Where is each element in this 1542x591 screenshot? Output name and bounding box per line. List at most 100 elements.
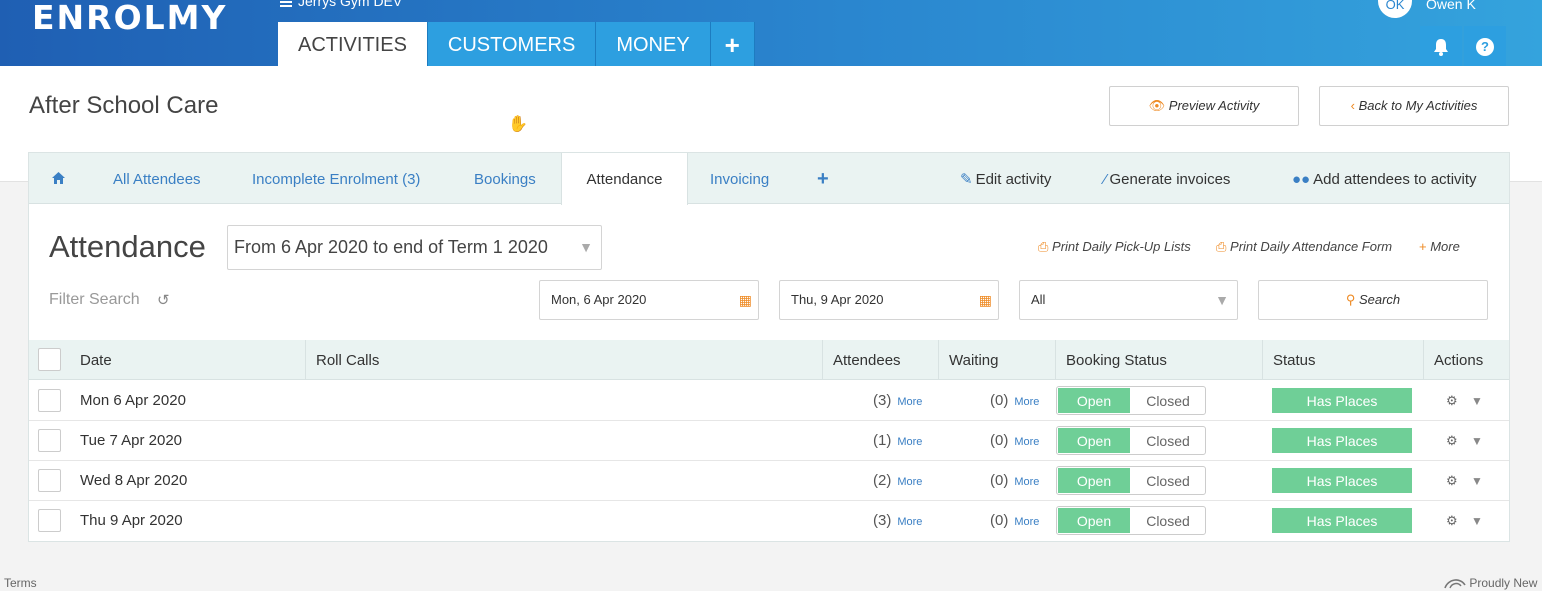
- tab-incomplete-enrolment[interactable]: Incomplete Enrolment (3): [252, 153, 420, 204]
- proudly-nz-badge: Proudly New: [1444, 576, 1537, 590]
- filter-search-label: Filter Search: [49, 291, 140, 308]
- org-switcher[interactable]: Jerrys Gym DEV: [280, 0, 402, 9]
- status-filter-value: All: [1031, 292, 1046, 307]
- chevron-down-icon[interactable]: ▼: [1471, 381, 1483, 421]
- add-attendees-button[interactable]: ●● Add attendees to activity: [1292, 153, 1477, 204]
- hand-cursor-icon: ✋: [508, 116, 528, 133]
- attendees-more-link[interactable]: More: [897, 516, 922, 528]
- booking-status-toggle[interactable]: Open Closed: [1056, 466, 1206, 495]
- printer-icon: ⎙: [1216, 239, 1227, 254]
- chevron-down-icon[interactable]: ▼: [1471, 421, 1483, 461]
- attendees-more-link[interactable]: More: [897, 396, 922, 408]
- add-tab-button[interactable]: +: [710, 22, 755, 66]
- column-waiting: Waiting: [938, 340, 998, 380]
- table-row: Mon 6 Apr 2020 (3) More (0) More Open Clos…: [29, 381, 1509, 421]
- booking-open-option[interactable]: Open: [1058, 388, 1130, 413]
- attendees-more-link[interactable]: More: [897, 476, 922, 488]
- waiting-more-link[interactable]: More: [1014, 476, 1039, 488]
- printer-icon: ⎙: [1038, 239, 1049, 254]
- print-attendance-form-link[interactable]: ⎙ Print Daily Attendance Form: [1216, 239, 1392, 255]
- booking-closed-option[interactable]: Closed: [1131, 468, 1205, 493]
- magic-wand-icon: ⁄: [1104, 171, 1107, 188]
- end-date-value: Thu, 9 Apr 2020: [791, 292, 884, 307]
- select-all-checkbox[interactable]: [38, 348, 61, 371]
- row-checkbox[interactable]: [38, 429, 61, 452]
- gear-icon[interactable]: ⚙: [1446, 461, 1458, 501]
- preview-activity-button[interactable]: 👁 Preview Activity: [1109, 86, 1299, 126]
- edit-activity-button[interactable]: ✎ Edit activity: [960, 153, 1051, 204]
- home-icon: [52, 172, 65, 184]
- status-filter-select[interactable]: All ▼: [1019, 280, 1238, 320]
- top-header: ENROLMY Jerrys Gym DEV ACTIVITIES CUSTOM…: [0, 0, 1542, 66]
- search-button[interactable]: ⚲ Search: [1258, 280, 1488, 320]
- attendance-card: All Attendees Incomplete Enrolment (3) B…: [28, 152, 1510, 542]
- column-attendees: Attendees: [822, 340, 901, 380]
- tab-money[interactable]: MONEY: [596, 22, 711, 66]
- booking-open-option[interactable]: Open: [1058, 468, 1130, 493]
- booking-status-toggle[interactable]: Open Closed: [1056, 386, 1206, 415]
- waiting-more-link[interactable]: More: [1014, 516, 1039, 528]
- more-label: More: [1430, 239, 1460, 254]
- gear-icon[interactable]: ⚙: [1446, 381, 1458, 421]
- booking-status-toggle[interactable]: Open Closed: [1056, 506, 1206, 535]
- booking-closed-option[interactable]: Closed: [1131, 508, 1205, 533]
- proudly-label: Proudly New: [1469, 576, 1538, 590]
- table-row: Wed 8 Apr 2020 (2) More (0) More Open Clos…: [29, 461, 1509, 501]
- attendees-more-link[interactable]: More: [897, 436, 922, 448]
- help-button[interactable]: ?: [1464, 26, 1506, 66]
- back-to-activities-button[interactable]: ‹ Back to My Activities: [1319, 86, 1509, 126]
- more-options-link[interactable]: + More: [1419, 239, 1460, 254]
- tab-customers[interactable]: CUSTOMERS: [427, 22, 597, 66]
- users-icon: ●●: [1292, 171, 1311, 188]
- add-subtab-button[interactable]: +: [817, 153, 829, 204]
- reset-icon[interactable]: ↺: [157, 291, 170, 309]
- preview-activity-label: Preview Activity: [1168, 98, 1260, 113]
- attendees-count: (2) More: [873, 472, 923, 489]
- column-booking-status: Booking Status: [1055, 340, 1167, 380]
- date-range-select[interactable]: From 6 Apr 2020 to end of Term 1 2020 ▼: [227, 225, 602, 270]
- terms-link[interactable]: Terms: [4, 576, 37, 590]
- generate-invoices-button[interactable]: ⁄ Generate invoices: [1104, 153, 1230, 204]
- attendees-count: (1) More: [873, 432, 923, 449]
- booking-closed-option[interactable]: Closed: [1131, 428, 1205, 453]
- attendance-title: Attendance: [49, 229, 206, 264]
- row-checkbox[interactable]: [38, 389, 61, 412]
- tab-home[interactable]: [51, 153, 66, 204]
- chevron-left-icon: ‹: [1350, 98, 1355, 113]
- booking-open-option[interactable]: Open: [1058, 508, 1130, 533]
- booking-closed-option[interactable]: Closed: [1131, 388, 1205, 413]
- end-date-input[interactable]: Thu, 9 Apr 2020 ▦: [779, 280, 999, 320]
- waiting-count: (0) More: [990, 392, 1040, 409]
- tab-all-attendees[interactable]: All Attendees: [113, 153, 201, 204]
- print-pickup-lists-link[interactable]: ⎙ Print Daily Pick-Up Lists: [1038, 239, 1191, 255]
- column-date[interactable]: Date: [80, 340, 112, 380]
- waiting-count: (0) More: [990, 472, 1040, 489]
- status-badge: Has Places: [1272, 508, 1412, 533]
- avatar: OK: [1378, 0, 1412, 18]
- row-checkbox[interactable]: [38, 509, 61, 532]
- waiting-more-link[interactable]: More: [1014, 436, 1039, 448]
- calendar-icon: ▦: [978, 292, 992, 308]
- pencil-icon: ✎: [960, 171, 973, 188]
- bell-icon: [1434, 38, 1448, 56]
- tab-attendance[interactable]: Attendance: [561, 153, 688, 205]
- gear-icon[interactable]: ⚙: [1446, 501, 1458, 541]
- booking-open-option[interactable]: Open: [1058, 428, 1130, 453]
- tab-activities[interactable]: ACTIVITIES: [278, 22, 428, 66]
- start-date-input[interactable]: Mon, 6 Apr 2020 ▦: [539, 280, 759, 320]
- enrolmy-logo[interactable]: ENROLMY: [32, 0, 227, 36]
- chevron-down-icon[interactable]: ▼: [1471, 501, 1483, 541]
- row-date: Mon 6 Apr 2020: [80, 392, 186, 409]
- waiting-more-link[interactable]: More: [1014, 396, 1039, 408]
- tab-invoicing[interactable]: Invoicing: [710, 153, 769, 204]
- row-date: Tue 7 Apr 2020: [80, 432, 183, 449]
- search-icon: ⚲: [1345, 292, 1356, 307]
- chevron-down-icon[interactable]: ▼: [1471, 461, 1483, 501]
- row-checkbox[interactable]: [38, 469, 61, 492]
- booking-status-toggle[interactable]: Open Closed: [1056, 426, 1206, 455]
- gear-icon[interactable]: ⚙: [1446, 421, 1458, 461]
- column-actions: Actions: [1423, 340, 1483, 380]
- notifications-button[interactable]: [1420, 26, 1462, 66]
- page-title: After School Care: [29, 92, 219, 119]
- tab-bookings[interactable]: Bookings: [474, 153, 536, 204]
